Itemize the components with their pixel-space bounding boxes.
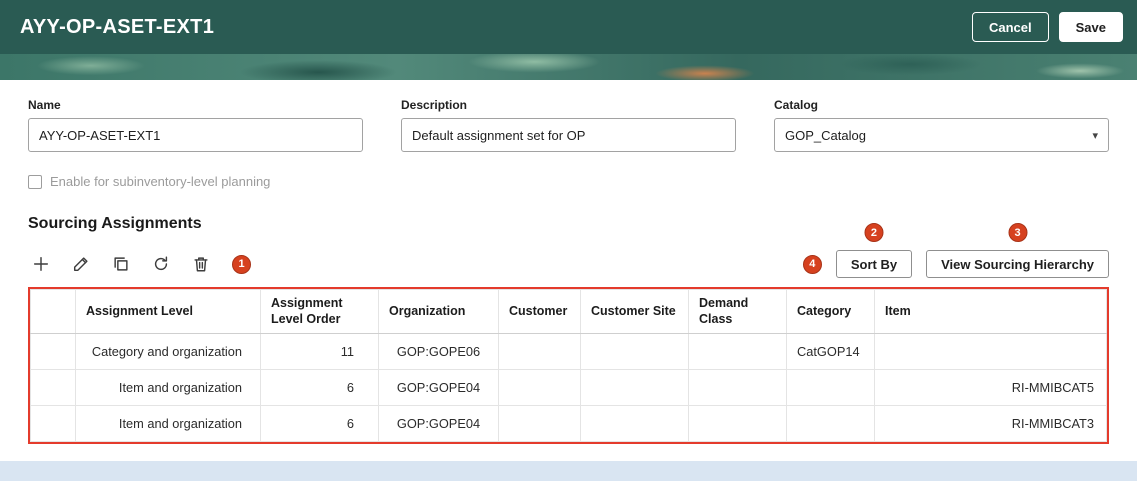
table-cell: [498, 333, 581, 371]
table-row[interactable]: Item and organization 6 GOP:GOPE04 RI-MMIBC…: [30, 405, 1107, 443]
table-cell: [498, 405, 581, 443]
table-cell: [580, 333, 689, 371]
app-header: AYY-OP-ASET-EXT1 Cancel Save: [0, 0, 1137, 54]
add-icon: [33, 256, 49, 272]
table-header-row: Assignment Level Assignment Level Order Or…: [30, 288, 1107, 335]
catalog-select[interactable]: GOP_Catalog ▾: [774, 118, 1109, 152]
duplicate-button[interactable]: [110, 253, 132, 275]
table-cell: [498, 369, 581, 407]
column-header[interactable]: Customer Site: [580, 288, 689, 335]
annotation-badge-3: 3: [1008, 223, 1028, 242]
annotation-badge-2: 2: [864, 223, 884, 242]
sort-by-button[interactable]: Sort By: [835, 250, 913, 278]
name-input[interactable]: [28, 118, 363, 152]
table-cell: 6: [260, 369, 379, 407]
table-cell: [688, 333, 787, 371]
table-cell: RI-MMIBCAT5: [874, 369, 1107, 407]
toolbar-left: 1: [28, 253, 251, 275]
table-row[interactable]: Item and organization 6 GOP:GOPE04 RI-MMIBC…: [30, 369, 1107, 407]
save-button[interactable]: Save: [1058, 12, 1123, 42]
catalog-selected-value: GOP_Catalog: [785, 127, 866, 143]
table-cell: 11: [260, 333, 379, 371]
subinventory-checkbox[interactable]: [28, 174, 42, 189]
column-header[interactable]: [30, 288, 76, 335]
table-cell: Item and organization: [75, 405, 261, 443]
table-cell: 6: [260, 405, 379, 443]
duplicate-icon: [114, 257, 128, 271]
delete-icon: [194, 257, 208, 272]
table-cell: [30, 369, 76, 407]
column-header[interactable]: Assignment Level: [75, 288, 261, 335]
table-cell: Category and organization: [75, 333, 261, 371]
table-cell: [786, 369, 875, 407]
page-card: AYY-OP-ASET-EXT1 Cancel Save Name Descri…: [0, 0, 1137, 461]
delete-button[interactable]: [190, 253, 212, 275]
table-cell: [874, 333, 1107, 371]
table-row[interactable]: Category and organization 11 GOP:GOPE06 Cat…: [30, 333, 1107, 371]
page-title: AYY-OP-ASET-EXT1: [20, 15, 215, 38]
table-cell: Item and organization: [75, 369, 261, 407]
table-cell: [30, 333, 76, 371]
view-sourcing-hierarchy-button[interactable]: View Sourcing Hierarchy: [926, 250, 1109, 278]
section-title: Sourcing Assignments: [28, 215, 202, 232]
name-field: Name: [28, 98, 363, 152]
table-cell: GOP:GOPE04: [378, 405, 499, 443]
column-header[interactable]: Assignment Level Order: [260, 288, 379, 335]
table-cell: CatGOP14: [786, 333, 875, 371]
subinventory-checkbox-label: Enable for subinventory-level planning: [50, 174, 271, 189]
table-cell: [30, 405, 76, 443]
annotation-badge-1: 1: [232, 254, 251, 274]
main-content: Name Description Catalog GOP_Catalog ▾ E…: [0, 80, 1137, 445]
name-label: Name: [28, 98, 61, 112]
column-header[interactable]: Item: [874, 288, 1107, 335]
table-cell: [580, 405, 689, 443]
column-header[interactable]: Category: [786, 288, 875, 335]
table-toolbar: 1 4 2 Sort By 3 View Sourcing Hierarchy: [28, 223, 1109, 279]
form-row: Name Description Catalog GOP_Catalog ▾: [28, 98, 1109, 152]
table-cell: [688, 405, 787, 443]
sort-by-stack: 2 Sort By: [835, 223, 913, 278]
annotation-badge-4: 4: [802, 254, 822, 274]
column-header[interactable]: Organization: [378, 288, 499, 335]
chevron-down-icon: ▾: [1092, 129, 1098, 142]
edit-button[interactable]: [70, 253, 92, 275]
sourcing-assignments-table: Assignment Level Assignment Level Order Or…: [30, 288, 1107, 443]
description-input[interactable]: [401, 118, 736, 152]
table-body: Category and organization 11 GOP:GOPE06 Cat…: [30, 333, 1107, 443]
catalog-field: Catalog GOP_Catalog ▾: [774, 98, 1109, 152]
table-cell: RI-MMIBCAT3: [874, 405, 1107, 443]
column-header[interactable]: Customer: [498, 288, 581, 335]
table-cell: [688, 369, 787, 407]
cancel-button[interactable]: Cancel: [971, 12, 1049, 42]
header-actions: Cancel Save: [971, 12, 1123, 42]
annotation-highlight: Assignment Level Assignment Level Order Or…: [28, 287, 1109, 445]
table-cell: [580, 369, 689, 407]
view-hierarchy-stack: 3 View Sourcing Hierarchy: [926, 223, 1109, 278]
table-cell: GOP:GOPE04: [378, 369, 499, 407]
add-row-button[interactable]: [30, 253, 52, 275]
description-field: Description: [401, 98, 736, 152]
refresh-button[interactable]: [150, 253, 172, 275]
description-label: Description: [401, 98, 468, 112]
toolbar-right: 4 2 Sort By 3 View Sourcing Hierarchy: [802, 223, 1109, 278]
catalog-label: Catalog: [774, 98, 819, 112]
column-header[interactable]: Demand Class: [688, 288, 787, 335]
refresh-icon: [154, 256, 168, 271]
edit-icon: [73, 257, 88, 272]
subinventory-checkbox-row: Enable for subinventory-level planning: [28, 174, 1109, 189]
table-cell: GOP:GOPE06: [378, 333, 499, 371]
table-cell: [786, 405, 875, 443]
decorative-banner: [0, 54, 1137, 80]
